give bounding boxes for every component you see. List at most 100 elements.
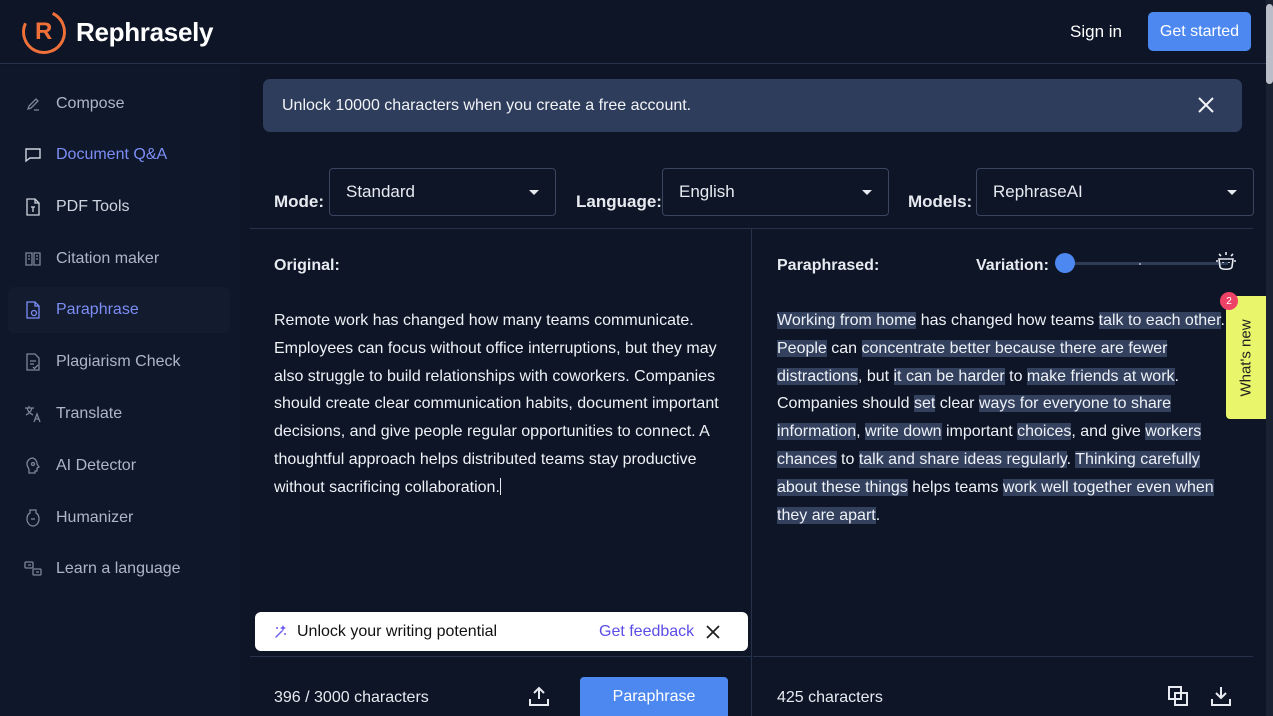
- notification-badge: 2: [1220, 292, 1238, 310]
- variation-slider-thumb[interactable]: [1055, 253, 1075, 273]
- changed-phrase[interactable]: write down: [865, 423, 942, 441]
- sidebar-item-label: Paraphrase: [56, 301, 139, 318]
- language-value: English: [679, 182, 735, 201]
- sidebar-item-label: PDF Tools: [56, 198, 130, 215]
- sidebar-item-label: Learn a language: [56, 560, 181, 577]
- chat-icon: [24, 146, 42, 164]
- get-started-button[interactable]: Get started: [1148, 12, 1251, 51]
- unchanged-text: , and give: [1071, 423, 1146, 441]
- humanizer-icon: [24, 509, 42, 527]
- mode-value: Standard: [346, 182, 415, 201]
- changed-phrase[interactable]: Working from home: [777, 312, 917, 329]
- changed-phrase[interactable]: choices: [1017, 423, 1072, 441]
- page-scrollbar[interactable]: [1266, 0, 1273, 716]
- language-icon: [24, 560, 42, 578]
- sidebar-item-label: Humanizer: [56, 509, 134, 526]
- ai-detector-icon: [24, 457, 42, 475]
- sidebar-item-humanizer[interactable]: Humanizer: [8, 495, 230, 541]
- models-value: RephraseAI: [993, 182, 1083, 201]
- translate-icon: [24, 405, 42, 423]
- sidebar-item-label: Citation maker: [56, 250, 160, 267]
- logo[interactable]: R Rephrasely: [15, 3, 214, 61]
- sign-in-link[interactable]: Sign in: [1070, 22, 1122, 42]
- whats-new-label: What's new: [1237, 318, 1255, 397]
- mode-label: Mode:: [274, 192, 325, 211]
- book-icon: [24, 250, 42, 268]
- brand-name: Rephrasely: [76, 16, 214, 47]
- changed-phrase[interactable]: talk to each other: [1098, 312, 1221, 329]
- unchanged-text: .: [1220, 312, 1225, 329]
- changed-phrase[interactable]: talk and share ideas regularly: [858, 450, 1067, 468]
- original-title: Original:: [274, 257, 340, 274]
- unchanged-text: , but: [857, 367, 894, 385]
- whats-new-tab[interactable]: What's new: [1226, 296, 1266, 419]
- sidebar-item-translate[interactable]: Translate: [8, 391, 230, 437]
- chevron-down-icon: [1227, 190, 1237, 195]
- sidebar-item-learn-a-language[interactable]: Learn a language: [8, 546, 230, 592]
- mode-select[interactable]: Standard: [329, 168, 556, 216]
- original-text: Remote work has changed how many teams c…: [274, 312, 719, 496]
- sidebar-item-ai-detector[interactable]: AI Detector: [8, 443, 230, 489]
- paraphrased-footer: 425 characters: [753, 656, 1253, 716]
- paraphrased-panel: Paraphrased: Variation: Working from hom…: [753, 229, 1253, 716]
- sidebar-item-label: Compose: [56, 95, 125, 112]
- unchanged-text: to: [1004, 367, 1027, 385]
- unchanged-text: clear: [935, 395, 979, 413]
- upload-icon[interactable]: [528, 685, 550, 707]
- close-icon[interactable]: [1194, 93, 1218, 117]
- banner-text: Unlock 10000 characters when you create …: [282, 96, 692, 114]
- sidebar-item-paraphrase[interactable]: Paraphrase: [8, 287, 230, 333]
- unchanged-text: .: [875, 506, 881, 524]
- signup-banner: Unlock 10000 characters when you create …: [263, 79, 1242, 132]
- language-select[interactable]: English: [662, 168, 889, 216]
- variation-label: Variation:: [976, 257, 1049, 274]
- download-icon[interactable]: [1210, 685, 1232, 707]
- models-label: Models:: [908, 192, 973, 211]
- pdf-icon: [24, 198, 42, 216]
- sidebar-item-plagiarism-check[interactable]: Plagiarism Check: [8, 339, 230, 385]
- feedback-toast: Unlock your writing potential Get feedba…: [255, 612, 748, 651]
- sidebar-item-pdf-tools[interactable]: PDF Tools: [8, 184, 230, 230]
- scrollbar-thumb[interactable]: [1266, 4, 1273, 84]
- unchanged-text: to: [836, 450, 859, 468]
- unchanged-text: important: [941, 423, 1018, 441]
- original-text-input[interactable]: Remote work has changed how many teams c…: [274, 307, 739, 502]
- changed-phrase[interactable]: make friends at work: [1026, 367, 1175, 385]
- sparkle-icon: [273, 624, 287, 639]
- sidebar-item-citation-maker[interactable]: Citation maker: [8, 236, 230, 282]
- paraphrase-button[interactable]: Paraphrase: [580, 677, 728, 716]
- variation-slider-track[interactable]: [1058, 262, 1228, 265]
- chevron-down-icon: [529, 190, 539, 195]
- creative-mode-icon[interactable]: [1213, 249, 1239, 275]
- unchanged-text: has changed how teams: [916, 312, 1099, 329]
- language-label: Language:: [576, 192, 662, 211]
- pen-icon: [24, 95, 42, 113]
- original-char-count: 396 / 3000 characters: [274, 689, 429, 706]
- chevron-down-icon: [862, 190, 872, 195]
- paraphrased-char-count: 425 characters: [777, 689, 883, 706]
- toast-text: Unlock your writing potential: [297, 622, 498, 640]
- unchanged-text: can: [826, 339, 862, 357]
- changed-phrase[interactable]: set: [913, 395, 936, 413]
- original-footer: 396 / 3000 characters Paraphrase: [250, 656, 751, 716]
- models-select[interactable]: RephraseAI: [976, 168, 1254, 216]
- logo-mark: R: [15, 3, 73, 61]
- text-cursor: [499, 477, 501, 495]
- paraphrased-title: Paraphrased:: [777, 257, 880, 274]
- sidebar-item-label: AI Detector: [56, 457, 137, 474]
- slider-tick: [1139, 263, 1141, 265]
- copy-icon[interactable]: [1167, 685, 1189, 707]
- sidebar-item-label: Plagiarism Check: [56, 353, 181, 370]
- changed-phrase[interactable]: People: [777, 339, 827, 357]
- logo-letter: R: [35, 18, 53, 45]
- sidebar-item-label: Document Q&A: [56, 146, 168, 163]
- top-header: R Rephrasely Sign in Get started: [0, 0, 1273, 64]
- sidebar-item-compose[interactable]: Compose: [8, 81, 230, 127]
- sidebar-item-document-qa[interactable]: Document Q&A: [8, 132, 230, 178]
- unchanged-text: .: [1066, 450, 1076, 468]
- unchanged-text: helps teams: [907, 478, 1003, 496]
- get-feedback-link[interactable]: Get feedback: [599, 623, 694, 641]
- sidebar: Compose Document Q&A PDF Tools Citation …: [0, 65, 240, 716]
- close-icon[interactable]: [705, 624, 721, 640]
- changed-phrase[interactable]: it can be harder: [893, 367, 1005, 385]
